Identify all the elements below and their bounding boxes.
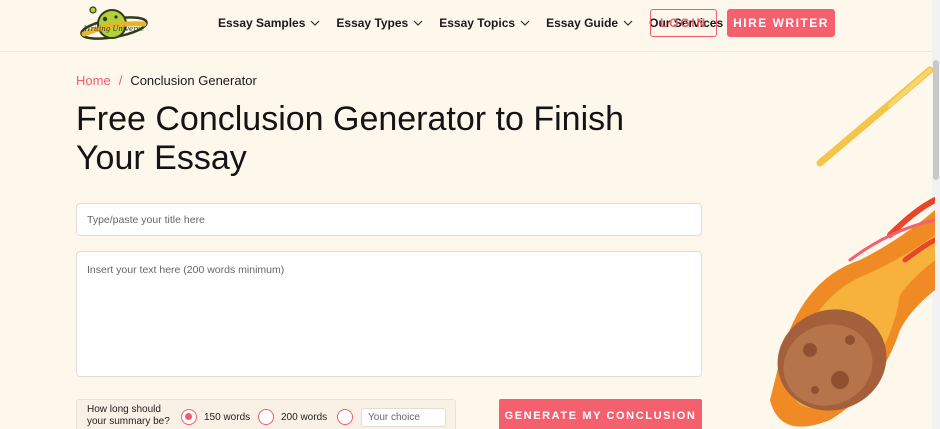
title-input[interactable] (76, 203, 702, 236)
nav-label: Essay Guide (546, 16, 619, 30)
generate-conclusion-button[interactable]: GENERATE MY CONCLUSION (499, 399, 702, 429)
nav-essay-topics[interactable]: Essay Topics (439, 16, 530, 30)
chevron-down-icon (413, 20, 423, 26)
nav-label: Essay Samples (218, 16, 306, 30)
summary-length-question: How long should your summary be? (87, 404, 170, 427)
chevron-down-icon (520, 20, 530, 26)
breadcrumb: Home / Conclusion Generator (76, 73, 257, 88)
essay-text-input[interactable] (76, 251, 702, 377)
breadcrumb-current: Conclusion Generator (130, 73, 257, 88)
radio-150-words[interactable] (181, 409, 197, 425)
nav-label: Essay Topics (439, 16, 516, 30)
radio-custom[interactable] (337, 409, 353, 425)
radio-200-words[interactable] (258, 409, 274, 425)
nav-essay-samples[interactable]: Essay Samples (218, 16, 320, 30)
site-header: Writing Universe Essay Samples Essay Typ… (0, 0, 940, 52)
custom-length-input[interactable] (361, 408, 446, 427)
summary-length-options: How long should your summary be? 150 wor… (76, 399, 456, 429)
meteor-illustration (770, 66, 935, 427)
login-button[interactable]: LOGIN (650, 9, 717, 37)
site-logo[interactable]: Writing Universe (78, 4, 148, 44)
svg-text:Writing Universe: Writing Universe (84, 25, 145, 33)
nav-label: Essay Types (336, 16, 409, 30)
hire-writer-button[interactable]: HIRE WRITER (727, 9, 835, 37)
page-title: Free Conclusion Generator to Finish Your… (76, 100, 625, 177)
option-label: 200 words (281, 412, 328, 423)
nav-essay-types[interactable]: Essay Types (336, 16, 423, 30)
nav-essay-guide[interactable]: Essay Guide (546, 16, 633, 30)
chevron-down-icon (623, 20, 633, 26)
breadcrumb-home-link[interactable]: Home (76, 73, 111, 88)
chevron-down-icon (310, 20, 320, 26)
breadcrumb-separator: / (118, 73, 123, 88)
option-label: 150 words (204, 412, 251, 423)
